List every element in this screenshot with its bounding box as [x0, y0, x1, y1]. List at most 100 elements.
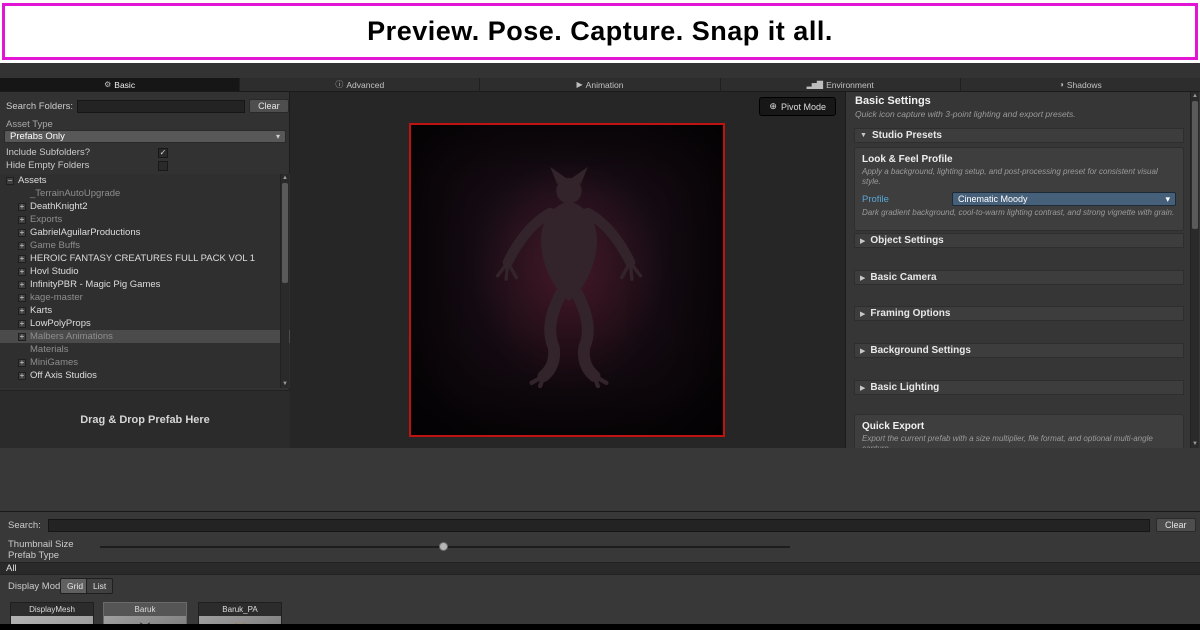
pivot-mode-button[interactable]: ⊕ Pivot Mode	[759, 97, 836, 116]
tab-label: Advanced	[346, 80, 384, 90]
expand-toggle-icon[interactable]: +	[18, 229, 26, 237]
list-mode-button[interactable]: List	[86, 578, 113, 594]
expand-toggle-icon[interactable]: +	[18, 268, 26, 276]
drop-zone-label: Drag & Drop Prefab Here	[80, 414, 210, 426]
tree-scrollbar[interactable]: ▲ ▼	[280, 174, 289, 388]
banner-title: Preview. Pose. Capture. Snap it all.	[367, 16, 833, 47]
tab-spacer	[0, 63, 1200, 78]
expand-toggle-icon[interactable]: +	[18, 307, 26, 315]
tab-label: Basic	[114, 80, 135, 90]
foldout-basic-lighting[interactable]: ▶ Basic Lighting	[854, 380, 1184, 395]
chart-icon: ▂▅▇	[807, 80, 822, 89]
foldout-closed-icon: ▶	[860, 310, 865, 318]
tree-item[interactable]: + HEROIC FANTASY CREATURES FULL PACK VOL…	[0, 252, 290, 265]
expand-toggle-icon[interactable]: +	[18, 359, 26, 367]
tab-advanced[interactable]: ⓘ Advanced	[240, 78, 480, 91]
hide-empty-folders-label: Hide Empty Folders	[6, 160, 89, 171]
panel-title: Basic Settings	[855, 95, 931, 107]
model-preview-viewport[interactable]	[409, 123, 725, 437]
scroll-up-icon[interactable]: ▲	[281, 174, 289, 182]
prefab-drop-zone[interactable]: Drag & Drop Prefab Here	[0, 390, 290, 448]
expand-toggle-icon[interactable]: +	[18, 216, 26, 224]
tree-item[interactable]: _TerrainAutoUpgrade	[0, 187, 290, 200]
expand-toggle-icon[interactable]: +	[18, 333, 26, 341]
foldout-closed-icon: ▶	[860, 384, 865, 392]
foldout-basic-camera[interactable]: ▶ Basic Camera	[854, 270, 1184, 285]
clear-folders-button[interactable]: Clear	[249, 99, 289, 113]
bottom-bar	[0, 624, 1200, 630]
expand-toggle-icon[interactable]: +	[18, 372, 26, 380]
asset-type-dropdown[interactable]: Prefabs Only ▾	[4, 130, 286, 143]
scroll-down-icon[interactable]: ▼	[1191, 440, 1199, 448]
tree-item[interactable]: + InfinityPBR - Magic Pig Games	[0, 278, 290, 291]
tree-item[interactable]: + MiniGames	[0, 356, 290, 369]
tab-shadows[interactable]: ◑ Shadows	[961, 78, 1200, 91]
profile-description: Dark gradient background, cool-to-warm l…	[862, 208, 1176, 218]
expand-toggle-icon[interactable]: +	[18, 255, 26, 263]
asset-type-value: Prefabs Only	[10, 131, 65, 142]
tree-item-selected[interactable]: + Malbers Animations	[0, 330, 290, 343]
tree-item[interactable]: + Hovl Studio	[0, 265, 290, 278]
tree-item[interactable]: + kage-master	[0, 291, 290, 304]
expand-toggle-icon[interactable]: +	[18, 203, 26, 211]
tree-item[interactable]: + Karts	[0, 304, 290, 317]
scroll-up-icon[interactable]: ▲	[1191, 92, 1199, 100]
info-icon: ⓘ	[335, 79, 342, 90]
werewolf-model	[484, 167, 654, 388]
scrollbar-thumb[interactable]	[282, 183, 288, 283]
foldout-framing-options[interactable]: ▶ Framing Options	[854, 306, 1184, 321]
scroll-down-icon[interactable]: ▼	[281, 380, 289, 388]
scrollbar-thumb[interactable]	[1192, 101, 1198, 229]
folder-panel: Search Folders: Clear Asset Type Prefabs…	[0, 92, 290, 448]
expand-toggle-icon[interactable]: +	[18, 294, 26, 302]
tab-label: Environment	[826, 80, 874, 90]
foldout-studio-presets[interactable]: ▼ Studio Presets	[854, 128, 1184, 143]
card-description: Apply a background, lighting setup, and …	[862, 167, 1176, 187]
hide-empty-folders-checkbox[interactable]	[158, 161, 168, 171]
search-folders-label: Search Folders:	[6, 101, 73, 112]
panel-subtitle: Quick icon capture with 3-point lighting…	[855, 109, 1076, 119]
tab-label: Animation	[586, 80, 624, 90]
slider-knob[interactable]	[439, 542, 448, 551]
expand-toggle-icon[interactable]: +	[18, 320, 26, 328]
tree-item[interactable]: + Game Buffs	[0, 239, 290, 252]
profile-dropdown[interactable]: Cinematic Moody ▾	[952, 192, 1176, 206]
thumbnail-label: DisplayMesh	[11, 603, 93, 616]
quick-export-title: Quick Export	[862, 421, 1176, 432]
expand-toggle-icon[interactable]: +	[18, 242, 26, 250]
tab-label: Shadows	[1067, 80, 1102, 90]
foldout-object-settings[interactable]: ▶ Object Settings	[854, 233, 1184, 248]
foldout-background-settings[interactable]: ▶ Background Settings	[854, 343, 1184, 358]
tree-item[interactable]: + Exports	[0, 213, 290, 226]
settings-scrollbar[interactable]: ▲ ▼	[1190, 92, 1199, 448]
tab-animation[interactable]: ▶ Animation	[480, 78, 720, 91]
tree-item[interactable]: Materials	[0, 343, 290, 356]
banner: Preview. Pose. Capture. Snap it all.	[2, 3, 1198, 60]
tab-basic[interactable]: ⚙ Basic	[0, 78, 240, 91]
prefab-type-dropdown[interactable]: All	[0, 562, 1200, 575]
foldout-closed-icon: ▶	[860, 237, 865, 245]
play-icon: ▶	[577, 80, 582, 89]
pivot-icon: ⊕	[769, 101, 777, 112]
preview-panel: ⊕ Pivot Mode	[290, 92, 845, 448]
foldout-closed-icon: ▶	[860, 347, 865, 355]
prefab-search-input[interactable]	[48, 519, 1150, 532]
thumbnail-size-label: Thumbnail Size	[8, 539, 73, 550]
include-subfolders-label: Include Subfolders?	[6, 147, 90, 158]
tree-item[interactable]: + Off Axis Studios	[0, 369, 290, 382]
quick-export-description: Export the current prefab with a size mu…	[862, 434, 1176, 448]
clear-search-button[interactable]: Clear	[1156, 518, 1196, 532]
thumbnail-label: Baruk_PA	[199, 603, 281, 616]
expand-toggle-icon[interactable]: +	[18, 281, 26, 289]
tree-item-assets[interactable]: − Assets	[0, 174, 290, 187]
tree-item[interactable]: + LowPolyProps	[0, 317, 290, 330]
thumbnail-size-slider[interactable]	[100, 546, 790, 548]
tree-item[interactable]: + DeathKnight2	[0, 200, 290, 213]
search-folders-input[interactable]	[77, 100, 245, 113]
include-subfolders-checkbox[interactable]: ✓	[158, 148, 168, 158]
tree-item[interactable]: + GabrielAguilarProductions	[0, 226, 290, 239]
prefab-type-value: All	[6, 563, 17, 574]
collapse-toggle-icon[interactable]: −	[6, 177, 14, 185]
tab-environment[interactable]: ▂▅▇ Environment	[721, 78, 961, 91]
gear-icon: ⚙	[104, 80, 110, 89]
